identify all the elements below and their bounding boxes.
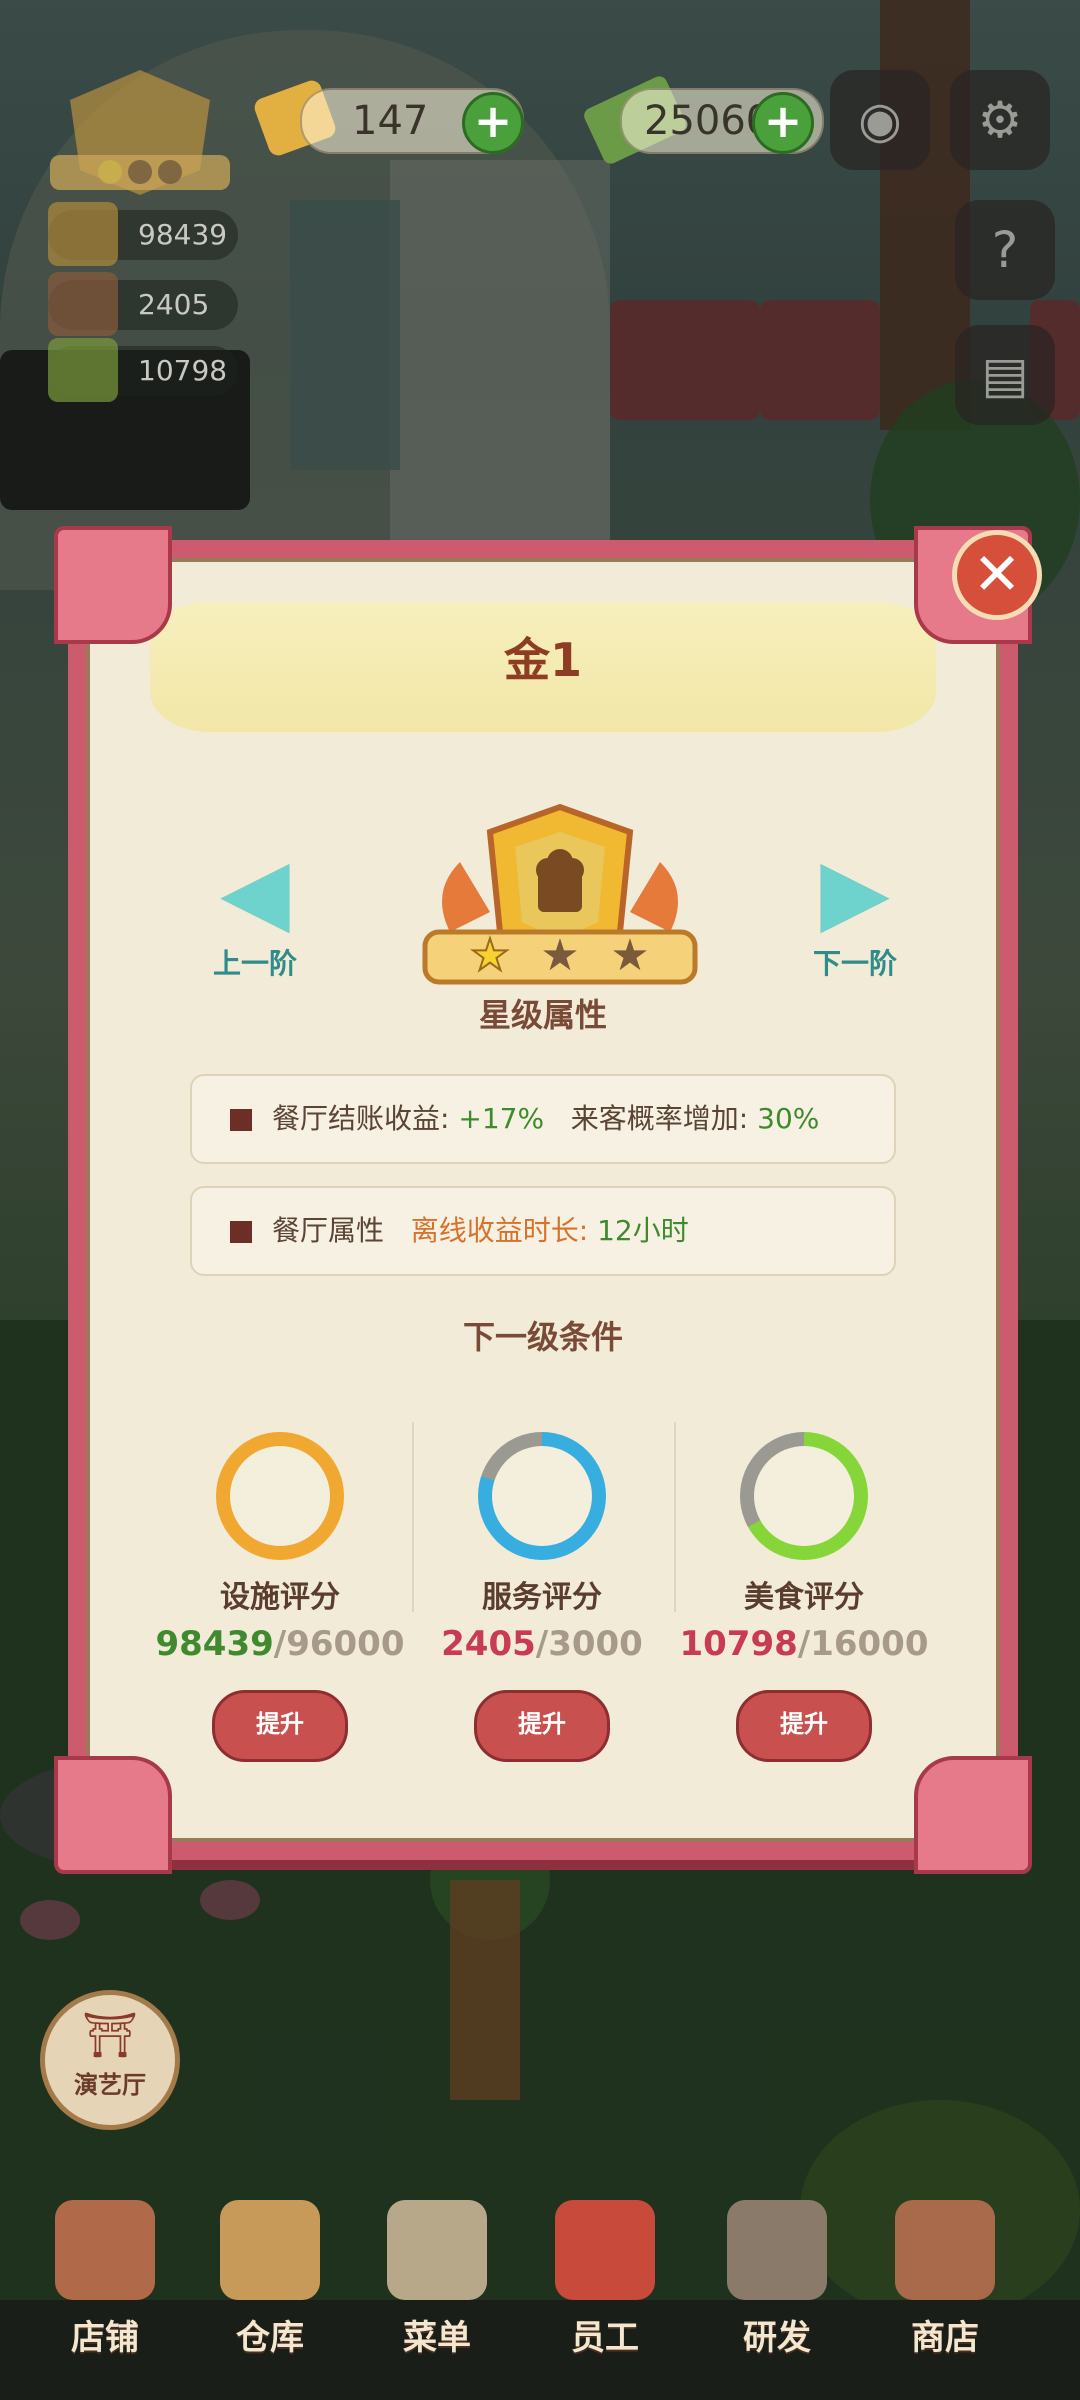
tab-label: 员工 — [571, 2318, 639, 2358]
close-icon: ✕ — [972, 540, 1022, 608]
service-score-bar: 2405 — [48, 272, 238, 336]
previous-rank-button[interactable]: ◀ 上一阶 — [180, 842, 330, 982]
dialog-title: 金1 — [503, 633, 582, 687]
restaurant-attribute-label: 餐厅属性 — [272, 1214, 385, 1247]
offline-income-label: 离线收益时长 — [410, 1214, 579, 1247]
restaurant-rank-badge-icon[interactable] — [40, 60, 240, 210]
frame-corner — [914, 1756, 1032, 1874]
upgrade-facility-button[interactable]: 提升 — [212, 1690, 348, 1762]
offline-income-value: 12小时 — [597, 1214, 689, 1247]
next-level-conditions-heading: 下一级条件 — [462, 1318, 623, 1356]
requirement-service: 服务评分 2405/3000 提升 — [412, 1432, 672, 1762]
gold-rank-badge-icon: ★ ★ ★ — [422, 803, 698, 985]
service-score-value: 2405 — [138, 288, 210, 321]
food-book-icon — [754, 1446, 854, 1546]
boxes-icon — [220, 2200, 320, 2300]
facility-score-bar: 98439 — [48, 202, 238, 266]
visitor-chance-label: 来客概率增加 — [570, 1102, 739, 1135]
dialog-panel: 金1 ◀ 上一阶 ▶ 下一阶 ★ ★ ★ 星级属性 餐厅结账收益: +17% 来… — [86, 558, 1000, 1842]
requirement-current: 10798 — [679, 1624, 798, 1664]
close-button[interactable]: ✕ — [952, 530, 1042, 620]
attribute-text: 餐厅属性 离线收益时长: 12小时 — [272, 1214, 689, 1247]
facility-progress-ring — [216, 1432, 344, 1560]
wok-icon — [727, 2200, 827, 2300]
tab-store[interactable]: 商店 — [880, 2200, 1010, 2370]
settings-button[interactable]: ⚙ — [950, 70, 1050, 170]
requirement-name: 服务评分 — [482, 1580, 602, 1615]
tab-staff[interactable]: 员工 — [540, 2200, 670, 2370]
requirement-progress: 10798/16000 — [679, 1624, 929, 1664]
clipboard-icon — [387, 2200, 487, 2300]
food-score-bar: 10798 — [48, 338, 238, 402]
tab-label: 仓库 — [236, 2318, 304, 2358]
checkout-income-value: +17% — [458, 1102, 545, 1135]
tab-shop[interactable]: 店铺 — [40, 2200, 170, 2370]
tab-label: 菜单 — [403, 2318, 471, 2358]
service-cloche-icon — [492, 1446, 592, 1546]
help-book-button[interactable]: ? — [955, 200, 1055, 300]
shop-stall-icon — [895, 2200, 995, 2300]
tab-warehouse[interactable]: 仓库 — [205, 2200, 335, 2370]
facility-score-value: 98439 — [138, 218, 228, 251]
requirement-progress: 2405/3000 — [441, 1624, 643, 1664]
performance-hall-label: 演艺厅 — [74, 2071, 146, 2099]
storefront-icon — [55, 2200, 155, 2300]
requirement-target: 96000 — [286, 1624, 405, 1664]
arrow-left-icon: ◀ — [220, 839, 290, 944]
visitor-chance-value: 30% — [757, 1102, 820, 1135]
food-book-icon — [48, 338, 118, 402]
attribute-text: 餐厅结账收益: +17% 来客概率增加: 30% — [272, 1102, 820, 1135]
attribute-row-income: 餐厅结账收益: +17% 来客概率增加: 30% — [190, 1074, 896, 1164]
camera-icon: ◉ — [858, 91, 902, 149]
tab-label: 店铺 — [71, 2318, 139, 2358]
star-attributes-heading: 星级属性 — [478, 996, 607, 1034]
arrow-right-icon: ▶ — [820, 839, 890, 944]
upgrade-service-button[interactable]: 提升 — [474, 1690, 610, 1762]
add-cash-button[interactable]: + — [752, 92, 814, 154]
upgrade-food-button[interactable]: 提升 — [736, 1690, 872, 1762]
requirement-name: 设施评分 — [220, 1580, 340, 1615]
frame-corner — [54, 526, 172, 644]
requirement-current: 2405 — [441, 1624, 536, 1664]
attribute-row-offline: 餐厅属性 离线收益时长: 12小时 — [190, 1186, 896, 1276]
food-progress-ring — [740, 1432, 868, 1560]
svg-text:★: ★ — [610, 930, 649, 981]
svg-text:★: ★ — [470, 930, 509, 981]
facility-icon — [230, 1446, 330, 1546]
frame-corner — [54, 1756, 172, 1874]
tab-label: 商店 — [911, 2318, 979, 2358]
theater-icon: ⛩ — [82, 2010, 138, 2061]
star-rank-dialog: 金1 ◀ 上一阶 ▶ 下一阶 ★ ★ ★ 星级属性 餐厅结账收益: +17% 来… — [54, 526, 1032, 1874]
service-progress-ring — [478, 1432, 606, 1560]
previous-rank-label: 上一阶 — [212, 947, 297, 980]
service-cloche-icon — [48, 272, 118, 336]
add-gems-button[interactable]: + — [462, 92, 524, 154]
requirement-target: 16000 — [810, 1624, 929, 1664]
bullet-icon — [230, 1109, 252, 1131]
checkout-income-label: 餐厅结账收益 — [272, 1102, 441, 1135]
requirement-food: 美食评分 10798/16000 提升 — [674, 1432, 934, 1762]
facility-icon — [48, 202, 118, 266]
requirement-facility: 设施评分 98439/96000 提升 — [150, 1432, 410, 1762]
next-rank-label: 下一阶 — [812, 947, 897, 980]
gem-count: 147 — [352, 98, 429, 144]
chef-icon — [555, 2200, 655, 2300]
performance-hall-button[interactable]: ⛩ 演艺厅 — [40, 1990, 180, 2130]
requirement-target: 3000 — [548, 1624, 643, 1664]
tab-label: 研发 — [743, 2318, 811, 2358]
tab-menu[interactable]: 菜单 — [372, 2200, 502, 2370]
bullet-icon — [230, 1221, 252, 1243]
recipe-book-button[interactable]: ▤ — [955, 325, 1055, 425]
book-icon: ▤ — [981, 346, 1029, 404]
help-book-icon: ? — [991, 221, 1019, 279]
next-rank-button[interactable]: ▶ 下一阶 — [780, 842, 930, 982]
requirement-name: 美食评分 — [744, 1580, 864, 1615]
requirement-current: 98439 — [155, 1624, 274, 1664]
camera-button[interactable]: ◉ — [830, 70, 930, 170]
requirement-progress: 98439/96000 — [155, 1624, 405, 1664]
svg-text:★: ★ — [540, 930, 579, 981]
gear-icon: ⚙ — [977, 91, 1023, 149]
tab-research[interactable]: 研发 — [712, 2200, 842, 2370]
food-score-value: 10798 — [138, 354, 228, 387]
